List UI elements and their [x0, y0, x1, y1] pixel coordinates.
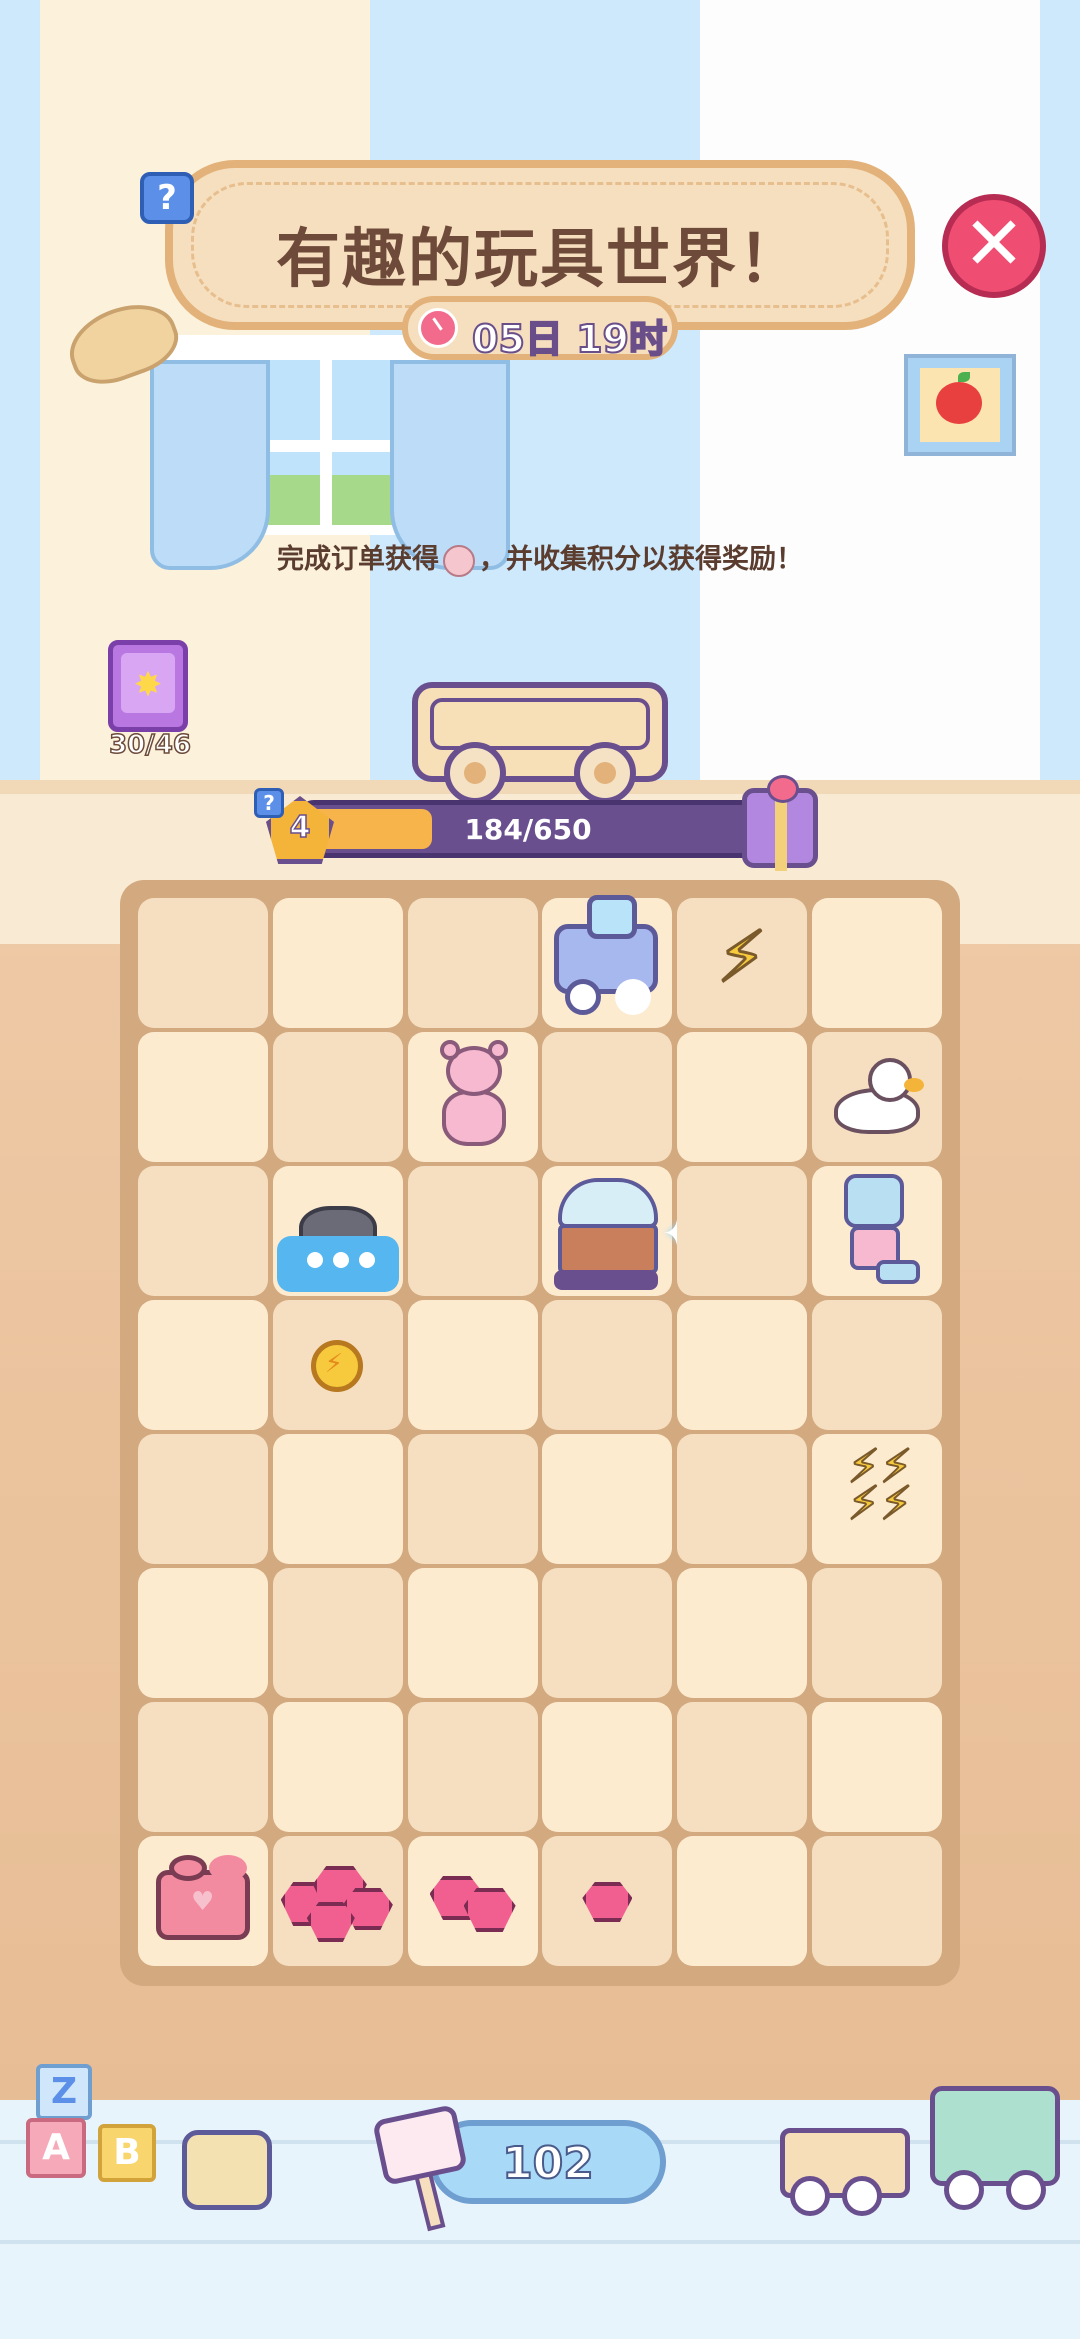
board-cell[interactable]: [407, 1300, 538, 1430]
reward-gift-button[interactable]: [742, 775, 818, 871]
teddy-wagon-decoration: [930, 2086, 1060, 2186]
board-cell[interactable]: ⚡: [677, 898, 808, 1028]
board-cell[interactable]: [272, 1032, 403, 1162]
board-cell[interactable]: [407, 1702, 538, 1832]
board-cell[interactable]: ✦: [542, 1166, 691, 1296]
merge-board: ⚡ ✦ ⚡⚡⚡⚡: [120, 880, 960, 1986]
toy-block-b: B: [98, 2124, 156, 2182]
hint-text-end: ，并收集积分以获得奖励！: [479, 544, 803, 575]
board-cell[interactable]: [138, 1702, 268, 1832]
board-cell[interactable]: [407, 1568, 538, 1698]
gem-cluster-large-icon[interactable]: [273, 1836, 403, 1966]
board-cell[interactable]: [272, 1836, 403, 1966]
toy-block-a: A: [26, 2118, 86, 2178]
board-cell[interactable]: [407, 898, 538, 1028]
board-cell[interactable]: [138, 898, 268, 1028]
board-cell[interactable]: [811, 1032, 942, 1162]
board-cell[interactable]: [542, 1434, 673, 1564]
board-cell[interactable]: [542, 1836, 673, 1966]
board-cell[interactable]: [811, 898, 942, 1028]
close-button[interactable]: ✕: [942, 194, 1046, 298]
board-cell[interactable]: [272, 1568, 403, 1698]
board-cell[interactable]: [272, 1702, 403, 1832]
board-grid: ⚡ ✦ ⚡⚡⚡⚡: [138, 895, 942, 1968]
apple-picture-icon: [904, 354, 1016, 456]
board-cell[interactable]: [272, 1166, 403, 1296]
collection-count: 30/46: [108, 729, 191, 761]
gem-cluster-medium-icon[interactable]: [408, 1836, 538, 1966]
truck-wheel: [842, 2176, 882, 2216]
board-cell[interactable]: [677, 1032, 808, 1162]
board-cell[interactable]: [407, 1166, 538, 1296]
robot-icon[interactable]: [812, 1166, 942, 1296]
board-cell[interactable]: [138, 1434, 268, 1564]
help-button[interactable]: ?: [140, 172, 194, 224]
progress-help-button[interactable]: ?: [254, 788, 284, 818]
train-icon[interactable]: [542, 895, 672, 1028]
wagon-wheel: [944, 2170, 984, 2210]
board-cell[interactable]: [138, 1836, 268, 1966]
hint-text-start: 完成订单获得: [277, 544, 439, 575]
rubber-duck-icon[interactable]: [812, 1032, 942, 1162]
board-cell[interactable]: [407, 1836, 538, 1966]
hammer-count: 102: [501, 2137, 595, 2190]
board-cell[interactable]: [272, 898, 403, 1028]
board-cell[interactable]: [811, 1568, 942, 1698]
board-cell[interactable]: [811, 1300, 942, 1430]
progress-bar: 184/650: [298, 800, 758, 858]
gem-small-icon[interactable]: [542, 1836, 672, 1966]
progress-text: 184/650: [464, 813, 592, 846]
board-cell[interactable]: [811, 1836, 942, 1966]
board-cell[interactable]: [677, 1568, 808, 1698]
board-cell[interactable]: [407, 1032, 538, 1162]
event-title: 有趣的玩具世界！: [276, 223, 804, 297]
teddy-bear-icon[interactable]: [408, 1032, 538, 1162]
board-cell[interactable]: [677, 1702, 808, 1832]
board-cell[interactable]: [542, 1568, 673, 1698]
wagon-wheel: [1006, 2170, 1046, 2210]
board-cell[interactable]: [542, 1702, 673, 1832]
lightning-pile-icon[interactable]: ⚡⚡ ⚡⚡: [812, 1434, 942, 1564]
board-cell[interactable]: [407, 1434, 538, 1564]
energy-coin-icon[interactable]: [273, 1300, 403, 1430]
toy-train-decoration: [182, 2130, 272, 2210]
cart-wheel: [444, 742, 506, 804]
board-cell[interactable]: [811, 1166, 942, 1296]
board-cell[interactable]: [272, 1434, 403, 1564]
board-cell[interactable]: ⚡⚡ ⚡⚡: [811, 1434, 942, 1564]
board-cell[interactable]: [542, 1032, 673, 1162]
hammer-token-icon: [443, 544, 475, 577]
board-cell[interactable]: [677, 1300, 808, 1430]
timer-text: 05日 19时: [471, 316, 668, 362]
bath-toy-icon[interactable]: [273, 1166, 403, 1296]
event-hint: 完成订单获得 ，并收集积分以获得奖励！: [0, 537, 1080, 577]
board-cell[interactable]: [677, 1836, 808, 1966]
cart-wheel: [574, 742, 636, 804]
board-cell[interactable]: [138, 1568, 268, 1698]
toy-chest-icon[interactable]: ✦: [542, 1166, 691, 1296]
event-timer: 05日 19时: [402, 296, 678, 362]
lego-brick-icon[interactable]: [138, 1836, 268, 1966]
toy-block-z: Z: [36, 2064, 92, 2120]
board-cell[interactable]: [677, 1166, 808, 1296]
truck-wheel: [790, 2176, 830, 2216]
collection-book-button[interactable]: ✸: [108, 640, 188, 732]
board-cell[interactable]: [677, 1434, 808, 1564]
board-cell[interactable]: [138, 1166, 268, 1296]
star-icon: ✸: [133, 665, 163, 705]
board-cell[interactable]: [811, 1702, 942, 1832]
board-cell[interactable]: [138, 1300, 268, 1430]
lightning-icon[interactable]: ⚡: [677, 898, 807, 1028]
board-cell[interactable]: [138, 1032, 268, 1162]
board-cell[interactable]: [272, 1300, 403, 1430]
clock-icon: [418, 308, 458, 348]
board-cell[interactable]: [542, 895, 673, 1028]
board-cell[interactable]: [542, 1300, 673, 1430]
